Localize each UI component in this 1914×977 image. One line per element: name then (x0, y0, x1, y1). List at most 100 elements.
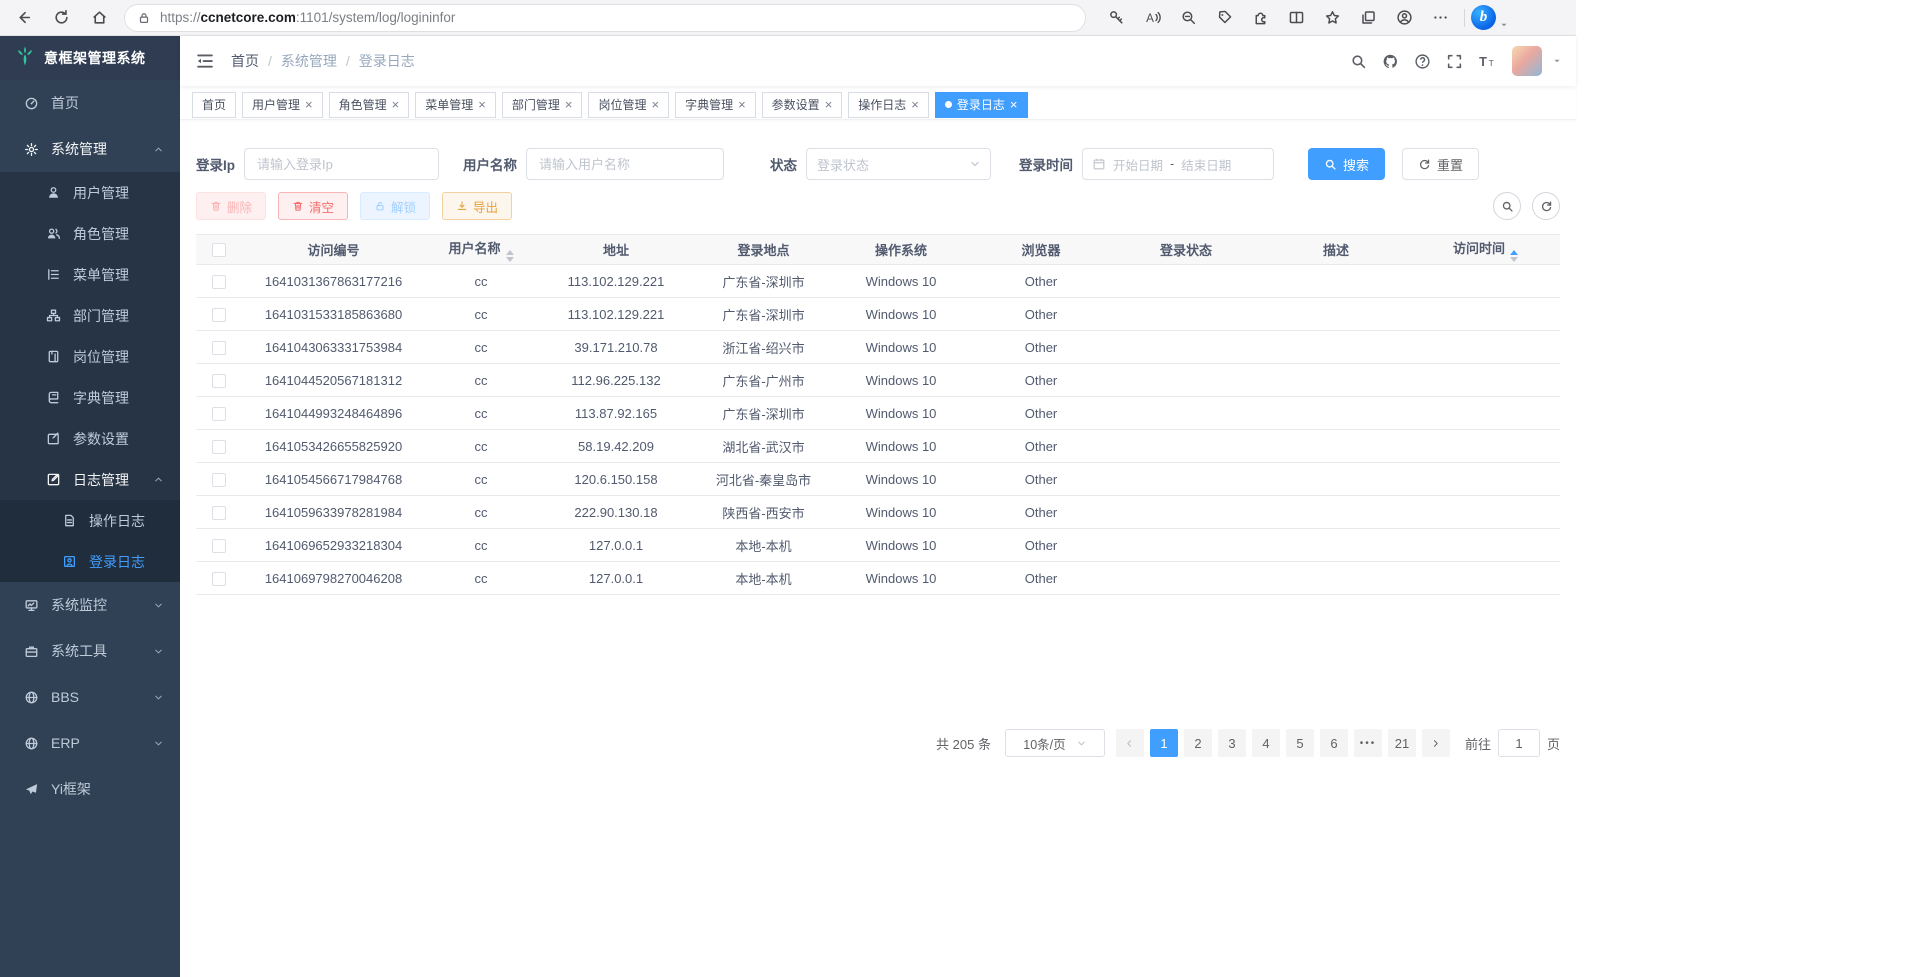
tab-dept-mgmt[interactable]: 部门管理× (502, 92, 583, 118)
sidebar-item-yi-framework[interactable]: Yi框架 (0, 766, 180, 812)
sort-toggle[interactable] (506, 250, 514, 262)
help-icon[interactable] (1410, 49, 1434, 73)
row-checkbox[interactable] (212, 506, 226, 520)
login-ip-input[interactable] (244, 148, 439, 180)
sidebar-item-role-mgmt[interactable]: 角色管理 (0, 213, 180, 254)
page-button-4[interactable]: 4 (1252, 729, 1280, 757)
collections-icon[interactable] (1350, 3, 1386, 33)
breadcrumb-home[interactable]: 首页 (231, 51, 259, 71)
favorites-icon[interactable] (1314, 3, 1350, 33)
export-button[interactable]: 导出 (442, 192, 512, 220)
column-header[interactable]: 用户名称 (426, 235, 536, 265)
clear-button[interactable]: 清空 (278, 192, 348, 220)
username-input[interactable] (526, 148, 724, 180)
tab-param-set[interactable]: 参数设置× (762, 92, 843, 118)
home-icon[interactable] (84, 3, 114, 33)
sidebar-item-sys-monitor[interactable]: 系统监控 (0, 582, 180, 628)
tab-menu-mgmt[interactable]: 菜单管理× (415, 92, 496, 118)
column-header[interactable]: 访问时间 (1411, 235, 1560, 265)
page-button-3[interactable]: 3 (1218, 729, 1246, 757)
select-all-checkbox[interactable] (212, 243, 226, 257)
tab-post-mgmt[interactable]: 岗位管理× (588, 92, 669, 118)
refresh-icon[interactable] (46, 3, 76, 33)
page-button-6[interactable]: 6 (1320, 729, 1348, 757)
sidebar-item-home[interactable]: 首页 (0, 80, 180, 126)
row-checkbox[interactable] (212, 341, 226, 355)
read-aloud-icon[interactable]: A (1134, 3, 1170, 33)
close-icon[interactable]: × (392, 98, 400, 111)
goto-page-input[interactable] (1498, 729, 1540, 757)
delete-button[interactable]: 删除 (196, 192, 266, 220)
sidebar-item-menu-mgmt[interactable]: 菜单管理 (0, 254, 180, 295)
breadcrumb-system[interactable]: 系统管理 (281, 51, 337, 71)
back-icon[interactable] (8, 3, 38, 33)
tab-op-log[interactable]: 操作日志× (848, 92, 929, 118)
sidebar-item-bbs[interactable]: BBS (0, 674, 180, 720)
page-button-2[interactable]: 2 (1184, 729, 1212, 757)
shopping-icon[interactable] (1206, 3, 1242, 33)
sidebar-item-user-mgmt[interactable]: 用户管理 (0, 172, 180, 213)
bing-copilot-icon[interactable]: b (1471, 5, 1496, 30)
close-icon[interactable]: × (651, 98, 659, 111)
sidebar-item-op-log[interactable]: 操作日志 (0, 500, 180, 541)
url-bar[interactable]: https://ccnetcore.com:1101/system/log/lo… (124, 4, 1086, 32)
sidebar-fold-icon[interactable] (195, 51, 215, 71)
chevron-down-icon[interactable] (1552, 56, 1562, 66)
row-checkbox[interactable] (212, 275, 226, 289)
tab-user-mgmt[interactable]: 用户管理× (242, 92, 323, 118)
sidebar-item-param-settings[interactable]: 参数设置 (0, 418, 180, 459)
key-icon[interactable] (1098, 3, 1134, 33)
tab-login-log[interactable]: 登录日志× (935, 92, 1028, 118)
sidebar-item-post-mgmt[interactable]: 岗位管理 (0, 336, 180, 377)
sidebar-item-erp[interactable]: ERP (0, 720, 180, 766)
next-page-button[interactable] (1422, 729, 1450, 757)
zoom-out-icon[interactable] (1170, 3, 1206, 33)
more-pages-button[interactable]: ••• (1354, 729, 1382, 757)
more-icon[interactable] (1422, 3, 1458, 33)
reset-button[interactable]: 重置 (1402, 148, 1479, 180)
status-select[interactable]: 登录状态 (806, 148, 991, 180)
row-checkbox[interactable] (212, 539, 226, 553)
extensions-icon[interactable] (1242, 3, 1278, 33)
user-avatar[interactable] (1512, 46, 1542, 76)
close-icon[interactable]: × (1010, 98, 1018, 111)
split-screen-icon[interactable] (1278, 3, 1314, 33)
row-checkbox[interactable] (212, 572, 226, 586)
tab-role-mgmt[interactable]: 角色管理× (329, 92, 410, 118)
tab-dict-mgmt[interactable]: 字典管理× (675, 92, 756, 118)
sidebar-item-login-log[interactable]: 登录日志 (0, 541, 180, 582)
close-icon[interactable]: × (825, 98, 833, 111)
date-range-picker[interactable]: 开始日期 - 结束日期 (1082, 148, 1274, 180)
row-checkbox[interactable] (212, 374, 226, 388)
page-button-1[interactable]: 1 (1150, 729, 1178, 757)
fullscreen-icon[interactable] (1442, 49, 1466, 73)
row-checkbox[interactable] (212, 308, 226, 322)
tab-home[interactable]: 首页 (192, 92, 236, 118)
sidebar-item-dept-mgmt[interactable]: 部门管理 (0, 295, 180, 336)
close-icon[interactable]: × (478, 98, 486, 111)
sidebar-item-dict-mgmt[interactable]: 字典管理 (0, 377, 180, 418)
search-button[interactable]: 搜索 (1308, 148, 1385, 180)
row-checkbox[interactable] (212, 473, 226, 487)
prev-page-button[interactable] (1116, 729, 1144, 757)
app-logo[interactable]: 意框架管理系统 (0, 36, 180, 80)
refresh-table-icon[interactable] (1532, 192, 1560, 220)
page-button-5[interactable]: 5 (1286, 729, 1314, 757)
row-checkbox[interactable] (212, 440, 226, 454)
sidebar-item-system-mgmt[interactable]: 系统管理 (0, 126, 180, 172)
close-icon[interactable]: × (738, 98, 746, 111)
font-size-icon[interactable]: TT (1474, 49, 1498, 73)
page-button-21[interactable]: 21 (1388, 729, 1416, 757)
close-icon[interactable]: × (565, 98, 573, 111)
unlock-button[interactable]: 解锁 (360, 192, 430, 220)
close-icon[interactable]: × (911, 98, 919, 111)
close-icon[interactable]: × (305, 98, 313, 111)
search-icon[interactable] (1346, 49, 1370, 73)
sidebar-item-sys-tools[interactable]: 系统工具 (0, 628, 180, 674)
profile-icon[interactable] (1386, 3, 1422, 33)
page-size-select[interactable]: 10条/页 (1005, 729, 1105, 757)
sidebar-item-log-mgmt[interactable]: 日志管理 (0, 459, 180, 500)
sort-toggle[interactable] (1510, 250, 1518, 262)
toggle-search-icon[interactable] (1493, 192, 1521, 220)
chevron-down-icon[interactable] (1499, 5, 1509, 30)
